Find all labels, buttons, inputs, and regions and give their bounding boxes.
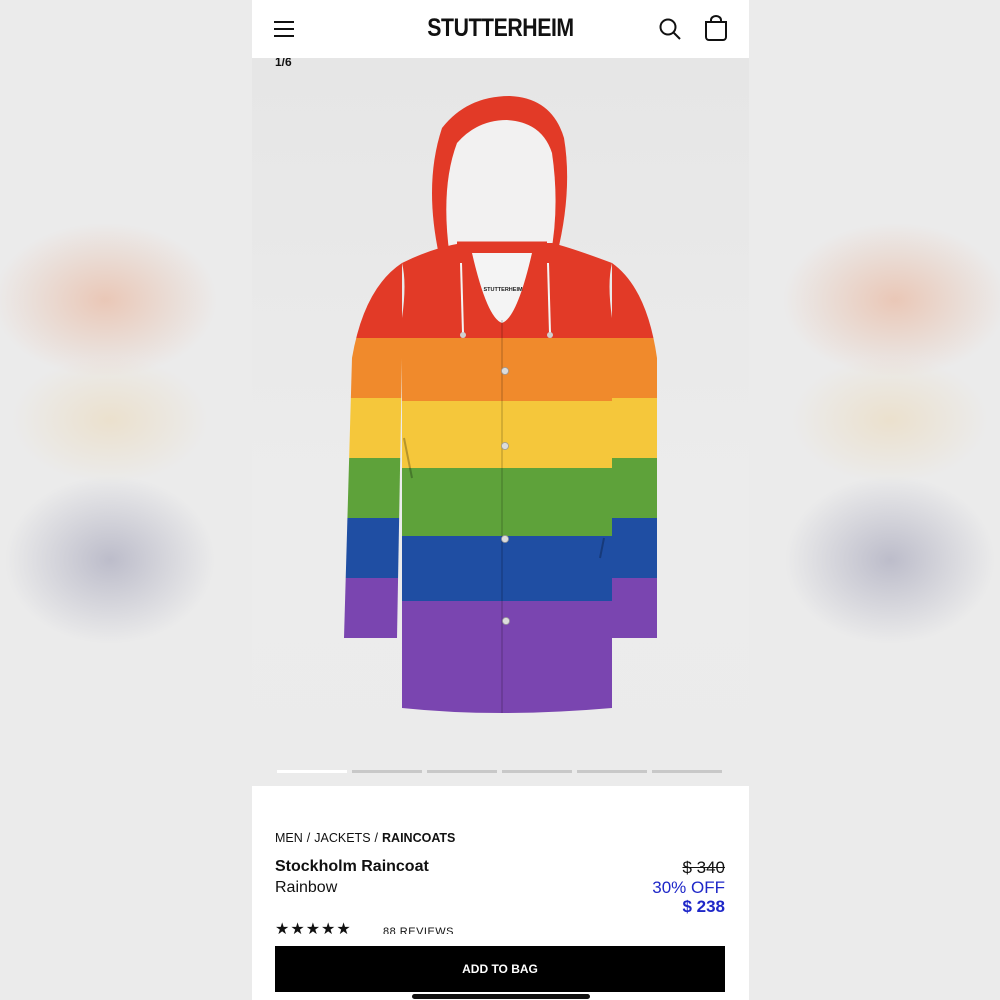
product-color: Rainbow: [275, 879, 338, 896]
mobile-page: STUTTERHEIM 1/6 STUTTERHEIM MEN / JACKET…: [252, 0, 749, 1000]
rainbow-raincoat-image: STUTTERHEIM: [344, 96, 657, 713]
breadcrumb: MEN / JACKETS / RAINCOATS: [275, 831, 455, 845]
gallery-dot-5[interactable]: [577, 770, 647, 773]
original-price: $ 340: [682, 858, 725, 877]
product-image-gallery[interactable]: 1/6 STUTTERHEIM: [252, 58, 749, 786]
brand-logo[interactable]: STUTTERHEIM: [289, 14, 711, 43]
gallery-pagination: [277, 770, 725, 774]
add-to-bag-button[interactable]: ADD TO BAG: [275, 946, 725, 992]
breadcrumb-jackets[interactable]: JACKETS: [314, 831, 370, 845]
home-indicator: [412, 994, 590, 999]
breadcrumb-separator: /: [374, 831, 379, 845]
breadcrumb-raincoats[interactable]: RAINCOATS: [382, 831, 455, 845]
breadcrumb-separator: /: [306, 831, 311, 845]
product-name: Stockholm Raincoat: [275, 858, 429, 875]
rating-row[interactable]: ★★★★★ 88 REVIEWS: [275, 922, 525, 934]
gallery-dot-3[interactable]: [427, 770, 497, 773]
discount-label: 30% OFF: [652, 878, 725, 897]
gallery-dot-2[interactable]: [352, 770, 422, 773]
gallery-dot-4[interactable]: [502, 770, 572, 773]
reviews-link[interactable]: 88 REVIEWS: [383, 926, 454, 934]
top-header: STUTTERHEIM: [252, 0, 749, 58]
gallery-dot-1[interactable]: [277, 770, 347, 773]
rating-stars-icon: ★★★★★: [275, 922, 352, 934]
breadcrumb-men[interactable]: MEN: [275, 831, 303, 845]
search-icon[interactable]: [658, 17, 682, 41]
shopping-bag-icon[interactable]: [704, 15, 728, 41]
gallery-dot-6[interactable]: [652, 770, 722, 773]
coat-brand-label: STUTTERHEIM: [483, 287, 523, 293]
sale-price: $ 238: [682, 897, 725, 916]
